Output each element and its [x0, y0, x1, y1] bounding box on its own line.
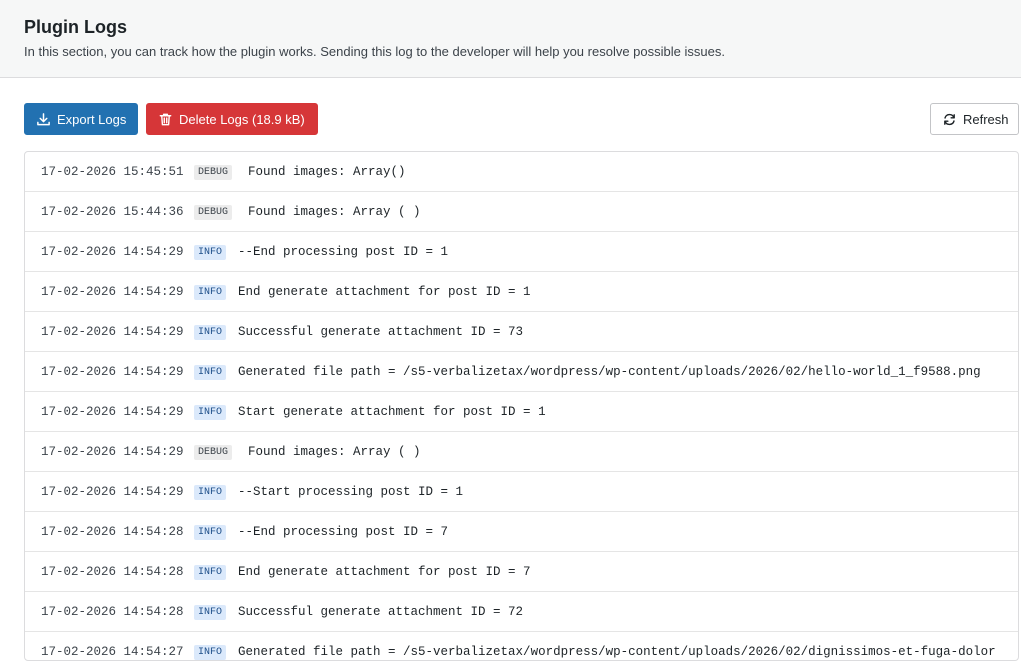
log-message: End generate attachment for post ID = 1	[238, 285, 531, 299]
log-level-badge: DEBUG	[194, 165, 233, 180]
log-entry: 17-02-2026 15:45:51 DEBUG Found images: Ar…	[25, 152, 1018, 192]
log-level-badge: INFO	[194, 565, 227, 580]
log-message: --Start processing post ID = 1	[238, 485, 464, 499]
log-level-badge: INFO	[194, 285, 227, 300]
log-entry: 17-02-2026 14:54:27 INFO Generated file pa…	[25, 632, 1018, 660]
log-level-badge: INFO	[194, 325, 227, 340]
log-message: Found images: Array ( )	[248, 205, 421, 219]
log-message: Found images: Array()	[248, 165, 406, 179]
log-list[interactable]: 17-02-2026 15:45:51 DEBUG Found images: Ar…	[24, 151, 1019, 661]
log-entry: 17-02-2026 14:54:28 INFO End generate atta…	[25, 552, 1018, 592]
log-timestamp: 17-02-2026 14:54:28	[41, 525, 184, 539]
log-level-badge: INFO	[194, 485, 227, 500]
log-level-badge: INFO	[194, 645, 227, 660]
delete-logs-button[interactable]: Delete Logs (18.9 kB)	[146, 103, 318, 135]
page-title: Plugin Logs	[24, 17, 127, 37]
log-entry: 17-02-2026 14:54:29 INFO --End processing …	[25, 232, 1018, 272]
log-entry: 17-02-2026 14:54:28 INFO Successful genera…	[25, 592, 1018, 632]
log-timestamp: 17-02-2026 14:54:28	[41, 565, 184, 579]
log-level-badge: DEBUG	[194, 445, 233, 460]
log-entry: 17-02-2026 14:54:29 INFO End generate atta…	[25, 272, 1018, 312]
log-entry: 17-02-2026 14:54:29 INFO Generated file pa…	[25, 352, 1018, 392]
page-description: In this section, you can track how the p…	[24, 44, 725, 59]
log-timestamp: 17-02-2026 15:45:51	[41, 165, 184, 179]
log-timestamp: 17-02-2026 14:54:29	[41, 445, 184, 459]
delete-logs-label: Delete Logs (18.9 kB)	[179, 111, 305, 127]
log-timestamp: 17-02-2026 14:54:28	[41, 605, 184, 619]
log-entry: 17-02-2026 14:54:29 INFO Start generate at…	[25, 392, 1018, 432]
log-level-badge: INFO	[194, 365, 227, 380]
log-message: Successful generate attachment ID = 72	[238, 605, 524, 619]
log-message: --End processing post ID = 7	[238, 525, 449, 539]
log-entry: 17-02-2026 14:54:28 INFO --End processing …	[25, 512, 1018, 552]
log-entry: 17-02-2026 14:54:29 INFO --Start processin…	[25, 472, 1018, 512]
log-timestamp: 17-02-2026 14:54:29	[41, 365, 184, 379]
log-timestamp: 17-02-2026 14:54:29	[41, 485, 184, 499]
log-level-badge: DEBUG	[194, 205, 233, 220]
log-timestamp: 17-02-2026 14:54:29	[41, 325, 184, 339]
log-message: End generate attachment for post ID = 7	[238, 565, 531, 579]
export-logs-button[interactable]: Export Logs	[24, 103, 138, 135]
log-timestamp: 17-02-2026 14:54:29	[41, 285, 184, 299]
trash-icon	[158, 112, 173, 127]
refresh-label: Refresh	[963, 111, 1009, 127]
log-timestamp: 17-02-2026 14:54:29	[41, 405, 184, 419]
refresh-button[interactable]: Refresh	[930, 103, 1019, 135]
log-level-badge: INFO	[194, 525, 227, 540]
log-entry: 17-02-2026 14:54:29 DEBUG Found images: Ar…	[25, 432, 1018, 472]
log-timestamp: 17-02-2026 14:54:27	[41, 645, 184, 659]
log-message: Generated file path = /s5-verbalizetax/w…	[238, 365, 981, 379]
log-message: Start generate attachment for post ID = …	[238, 405, 546, 419]
log-entry: 17-02-2026 15:44:36 DEBUG Found images: Ar…	[25, 192, 1018, 232]
log-level-badge: INFO	[194, 245, 227, 260]
log-entry: 17-02-2026 14:54:29 INFO Successful genera…	[25, 312, 1018, 352]
log-level-badge: INFO	[194, 405, 227, 420]
log-timestamp: 17-02-2026 14:54:29	[41, 245, 184, 259]
log-message: --End processing post ID = 1	[238, 245, 449, 259]
export-logs-label: Export Logs	[57, 111, 127, 127]
download-icon	[36, 112, 51, 127]
page-header: Plugin Logs In this section, you can tra…	[0, 0, 1021, 78]
log-message: Successful generate attachment ID = 73	[238, 325, 524, 339]
log-timestamp: 17-02-2026 15:44:36	[41, 205, 184, 219]
log-message: Found images: Array ( )	[248, 445, 421, 459]
log-toolbar: Export Logs Delete Logs (18.9 kB) Refres…	[24, 103, 1021, 135]
refresh-icon	[942, 112, 957, 127]
log-level-badge: INFO	[194, 605, 227, 620]
log-message: Generated file path = /s5-verbalizetax/w…	[238, 645, 996, 659]
